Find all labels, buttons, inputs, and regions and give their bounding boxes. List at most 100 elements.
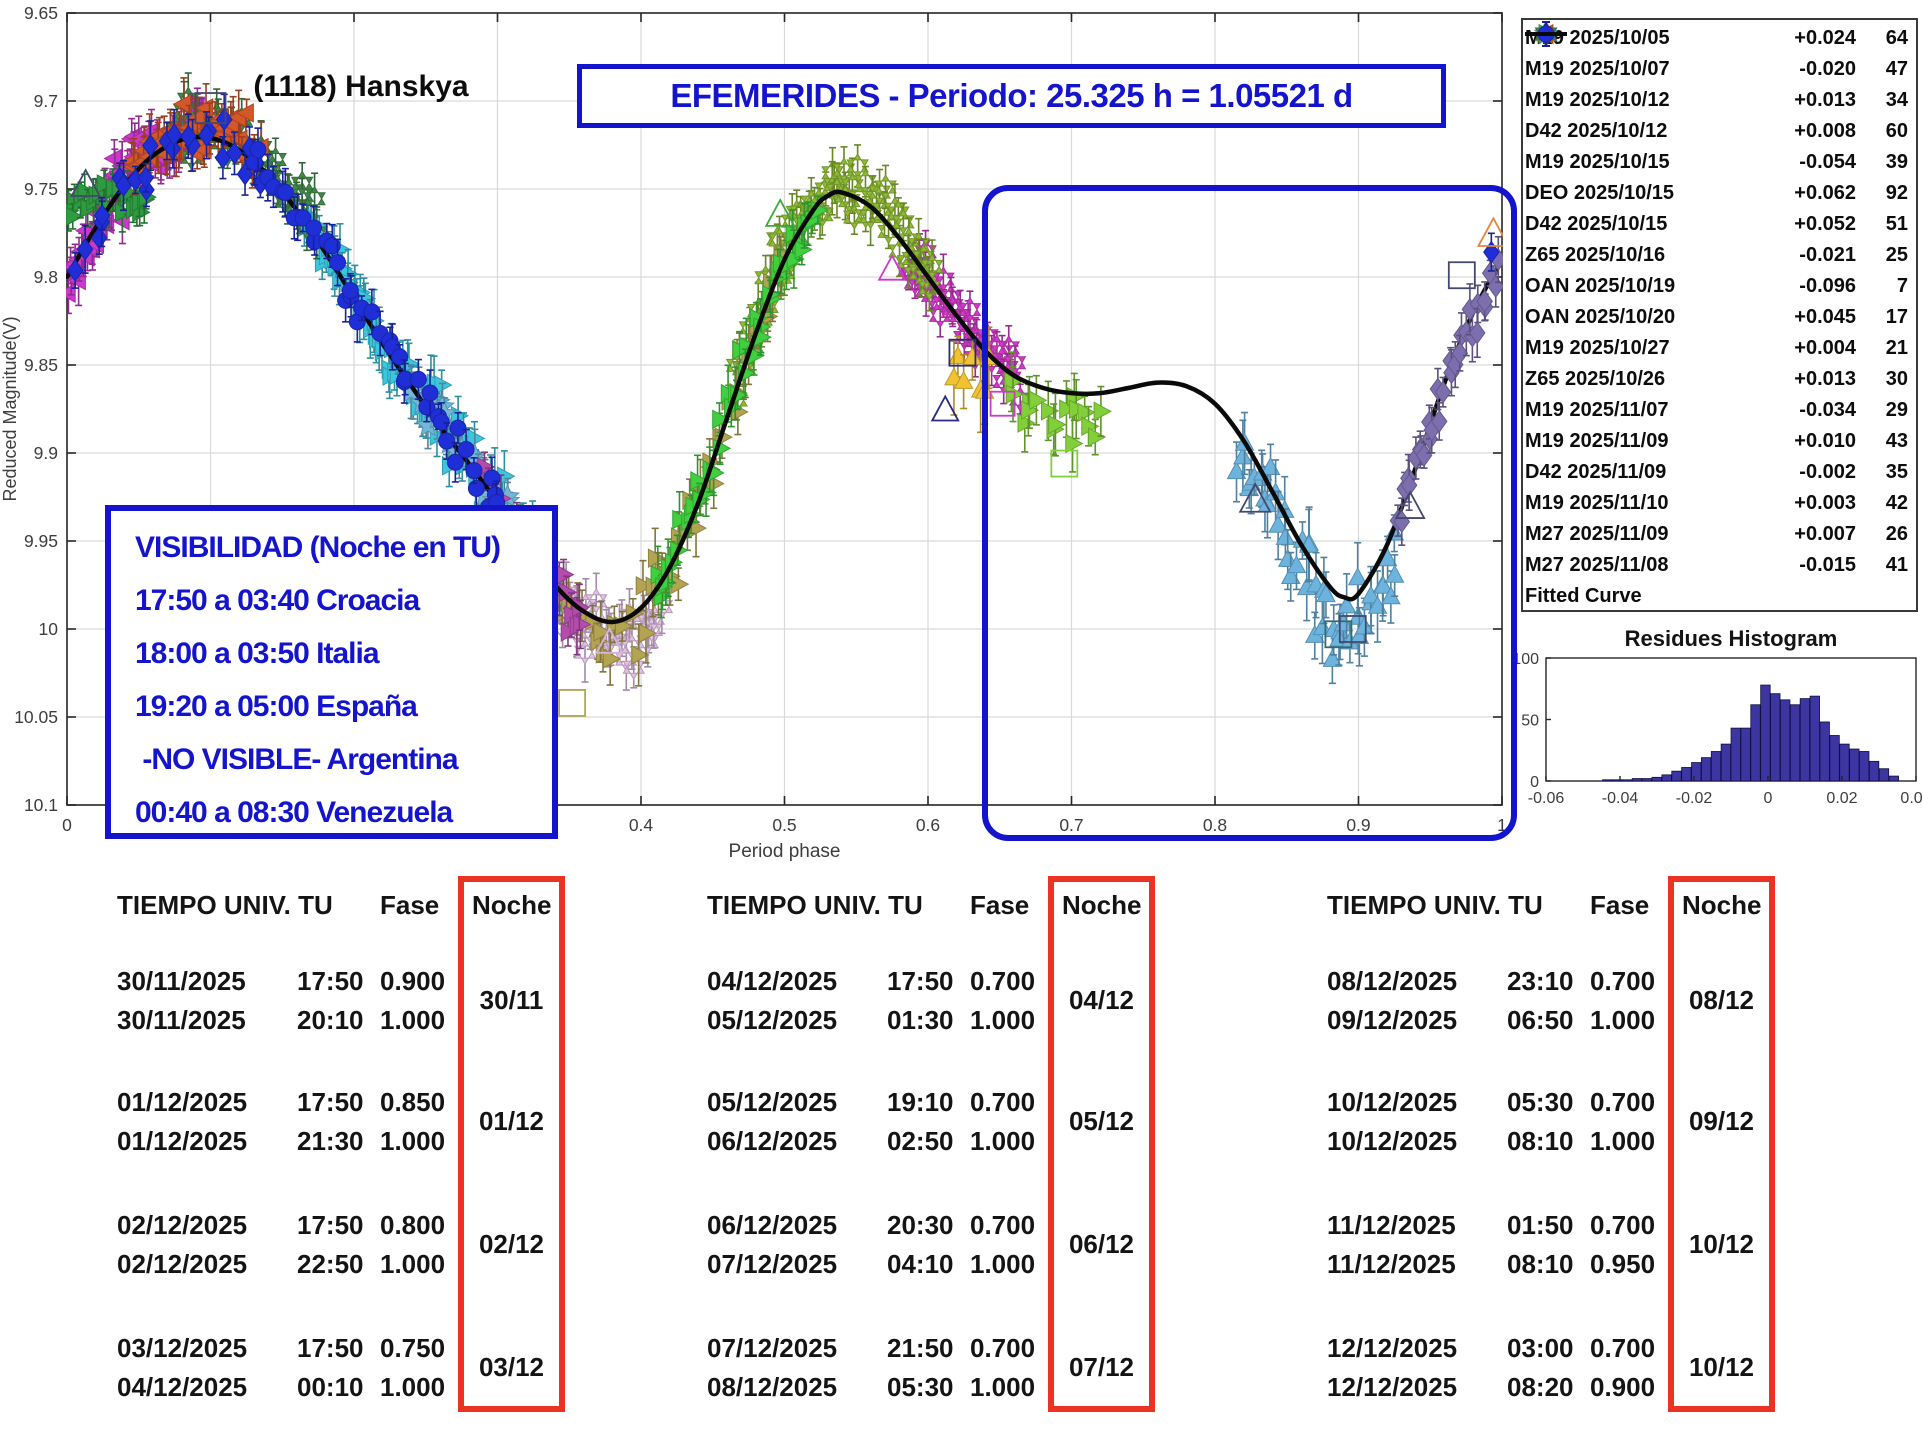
- legend-item-count: 42: [1856, 492, 1908, 515]
- cell-time: 21:30: [297, 1126, 380, 1157]
- histogram-x-tick: -0.04: [1602, 790, 1639, 807]
- cell-time: 02:50: [887, 1126, 970, 1157]
- table-row: 30/11/202520:101.000: [117, 1005, 460, 1036]
- legend-item-offset: -0.021: [1764, 244, 1856, 267]
- legend-item-label: M19 2025/10/12: [1525, 89, 1764, 112]
- fitted-curve-icon: [1523, 20, 1569, 48]
- cell-time: 05:30: [887, 1372, 970, 1403]
- y-tick-label: 9.85: [24, 355, 58, 375]
- histogram-y-tick: 50: [1521, 713, 1539, 730]
- legend-item-count: 92: [1856, 182, 1908, 205]
- legend-item: M27 2025/11/09+0.00726: [1523, 519, 1916, 550]
- col-header-datetime: TIEMPO UNIV. TU: [1327, 890, 1543, 921]
- cell-time: 08:20: [1507, 1372, 1590, 1403]
- legend-item-label: M19 2025/11/10: [1525, 492, 1764, 515]
- ephemerides-table-3: TIEMPO UNIV. TUFaseNoche08/12/202523:100…: [1327, 880, 1807, 1425]
- col-header-datetime: TIEMPO UNIV. TU: [707, 890, 923, 921]
- night-badge: 02/12: [458, 1229, 565, 1260]
- legend-item-offset: +0.013: [1764, 89, 1856, 112]
- table-row: 01/12/202521:301.000: [117, 1126, 460, 1157]
- legend-item: M19 2025/10/05+0.02464: [1523, 23, 1916, 54]
- table-row: 03/12/202517:500.750: [117, 1333, 460, 1364]
- table-row: 08/12/202505:301.000: [707, 1372, 1050, 1403]
- night-badge: 10/12: [1668, 1229, 1775, 1260]
- page: 00.10.20.30.40.50.60.70.80.919.659.79.75…: [0, 0, 1923, 1455]
- legend-item-count: 41: [1856, 554, 1908, 577]
- legend-item-label: OAN 2025/10/19: [1525, 275, 1764, 298]
- cell-time: 04:10: [887, 1249, 970, 1280]
- night-badge: 04/12: [1048, 985, 1155, 1016]
- cell-phase: 0.900: [1590, 1372, 1670, 1403]
- legend-item: D42 2025/10/15+0.05251: [1523, 209, 1916, 240]
- night-badge: 09/12: [1668, 1106, 1775, 1137]
- y-axis-label: Reduced Magnitude(V): [0, 316, 20, 501]
- cell-phase: 0.700: [970, 966, 1050, 997]
- cell-phase: 0.900: [380, 966, 460, 997]
- legend-item-offset: +0.052: [1764, 213, 1856, 236]
- legend-item: M19 2025/10/07-0.02047: [1523, 54, 1916, 85]
- legend-item-offset: +0.010: [1764, 430, 1856, 453]
- legend-item-label: M19 2025/10/07: [1525, 58, 1764, 81]
- table-row: 09/12/202506:501.000: [1327, 1005, 1670, 1036]
- x-axis-label: Period phase: [729, 841, 841, 862]
- table-row: 02/12/202517:500.800: [117, 1210, 460, 1241]
- legend-item-count: 39: [1856, 151, 1908, 174]
- legend-item-offset: +0.045: [1764, 306, 1856, 329]
- cell-time: 20:30: [887, 1210, 970, 1241]
- histogram-x-tick: 0: [1764, 790, 1773, 807]
- night-column-highlight: [458, 876, 565, 1412]
- cell-time: 08:10: [1507, 1126, 1590, 1157]
- legend-item: OAN 2025/10/20+0.04517: [1523, 302, 1916, 333]
- legend-item-count: 26: [1856, 523, 1908, 546]
- cell-date: 11/12/2025: [1327, 1249, 1507, 1280]
- x-tick-label: 0: [62, 815, 72, 835]
- cell-time: 22:50: [297, 1249, 380, 1280]
- legend-item-label: D42 2025/10/12: [1525, 120, 1764, 143]
- night-badge: 07/12: [1048, 1352, 1155, 1383]
- histogram-bars: [1603, 685, 1899, 781]
- legend-item: M27 2025/11/08-0.01541: [1523, 550, 1916, 581]
- cell-time: 17:50: [297, 1210, 380, 1241]
- legend-item-label: M19 2025/10/27: [1525, 337, 1764, 360]
- legend-item: M19 2025/10/15-0.05439: [1523, 147, 1916, 178]
- cell-date: 01/12/2025: [117, 1126, 297, 1157]
- legend-item-offset: +0.013: [1764, 368, 1856, 391]
- cell-time: 23:10: [1507, 966, 1590, 997]
- night-badge: 05/12: [1048, 1106, 1155, 1137]
- cell-date: 04/12/2025: [117, 1372, 297, 1403]
- table-row: 06/12/202502:501.000: [707, 1126, 1050, 1157]
- visibility-line: 19:20 a 05:00 España: [135, 680, 552, 733]
- cell-phase: 0.700: [970, 1210, 1050, 1241]
- cell-date: 06/12/2025: [707, 1210, 887, 1241]
- legend-item: Z65 2025/10/16-0.02125: [1523, 240, 1916, 271]
- legend-item: DEO 2025/10/15+0.06292: [1523, 178, 1916, 209]
- visibility-box: VISIBILIDAD (Noche en TU) 17:50 a 03:40 …: [105, 505, 558, 839]
- cell-date: 12/12/2025: [1327, 1333, 1507, 1364]
- table-row: 10/12/202508:101.000: [1327, 1126, 1670, 1157]
- cell-date: 11/12/2025: [1327, 1210, 1507, 1241]
- ephemerides-table-1: TIEMPO UNIV. TUFaseNoche30/11/202517:500…: [117, 880, 597, 1425]
- legend-item-count: 35: [1856, 461, 1908, 484]
- legend-item: OAN 2025/10/19-0.0967: [1523, 271, 1916, 302]
- night-badge: 08/12: [1668, 985, 1775, 1016]
- cell-time: 03:00: [1507, 1333, 1590, 1364]
- legend-item-label: Z65 2025/10/16: [1525, 244, 1764, 267]
- legend-item-offset: +0.024: [1764, 27, 1856, 50]
- legend-item-offset: -0.020: [1764, 58, 1856, 81]
- legend-item-count: 64: [1856, 27, 1908, 50]
- cell-time: 17:50: [887, 966, 970, 997]
- ephemerides-banner-text: EFEMERIDES - Periodo: 25.325 h = 1.05521…: [670, 77, 1352, 115]
- legend-item-offset: -0.096: [1764, 275, 1856, 298]
- table-row: 30/11/202517:500.900: [117, 966, 460, 997]
- col-header-phase: Fase: [380, 890, 439, 921]
- cell-date: 08/12/2025: [707, 1372, 887, 1403]
- cell-time: 21:50: [887, 1333, 970, 1364]
- legend-item-offset: +0.062: [1764, 182, 1856, 205]
- table-row: 07/12/202504:101.000: [707, 1249, 1050, 1280]
- y-tick-label: 9.65: [24, 3, 58, 23]
- histogram-x-tick: 0.02: [1826, 790, 1857, 807]
- cell-time: 20:10: [297, 1005, 380, 1036]
- legend-item: M19 2025/10/27+0.00421: [1523, 333, 1916, 364]
- legend-item-label: DEO 2025/10/15: [1525, 182, 1764, 205]
- legend-item-count: 60: [1856, 120, 1908, 143]
